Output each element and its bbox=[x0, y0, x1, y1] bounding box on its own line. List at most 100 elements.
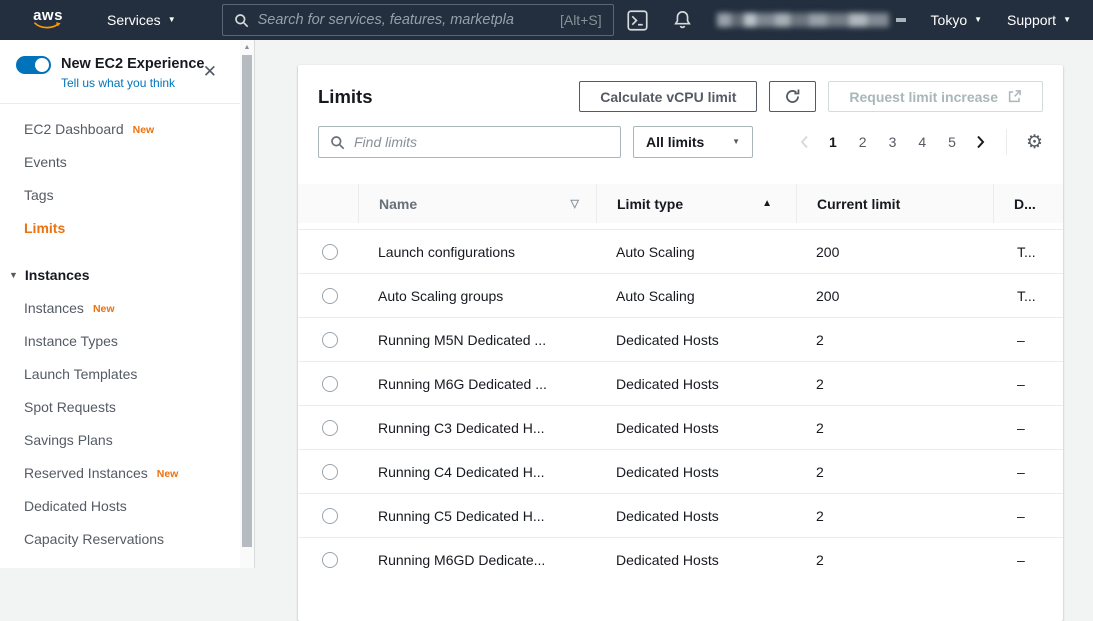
cell-description: – bbox=[993, 376, 1063, 392]
sidebar-item-label: Dedicated Hosts bbox=[24, 498, 127, 514]
sidebar-scrollbar[interactable]: ▲ bbox=[240, 40, 255, 568]
sidebar-item-tags[interactable]: Tags bbox=[0, 178, 240, 211]
sidebar-item-instance-types[interactable]: Instance Types bbox=[0, 324, 240, 357]
button-label: Calculate vCPU limit bbox=[600, 89, 736, 105]
row-radio[interactable] bbox=[322, 508, 338, 524]
column-header-description[interactable]: D... bbox=[993, 184, 1063, 223]
aws-logo[interactable]: aws bbox=[33, 9, 63, 31]
sidebar-item-instances[interactable]: Instances New bbox=[0, 291, 240, 324]
page-number-current[interactable]: 1 bbox=[829, 134, 837, 150]
table-row[interactable]: Running C4 Dedicated H... Dedicated Host… bbox=[298, 449, 1063, 493]
table-row[interactable]: Running M6G Dedicated ... Dedicated Host… bbox=[298, 361, 1063, 405]
sidebar-item-launch-templates[interactable]: Launch Templates bbox=[0, 357, 240, 390]
table-settings-gear-icon[interactable]: ⚙ bbox=[1026, 133, 1043, 152]
row-radio[interactable] bbox=[322, 552, 338, 568]
page-number[interactable]: 2 bbox=[859, 134, 867, 150]
new-experience-title: New EC2 Experience bbox=[61, 55, 204, 73]
scroll-up-arrow-icon[interactable]: ▲ bbox=[240, 40, 254, 54]
toggle-knob bbox=[35, 58, 49, 72]
table-header-row: Name ▽ Limit type ▲ Current limit D... bbox=[298, 184, 1063, 223]
find-limits-input[interactable]: Find limits bbox=[318, 126, 621, 158]
find-limits-placeholder: Find limits bbox=[354, 134, 417, 150]
calculate-vcpu-limit-button[interactable]: Calculate vCPU limit bbox=[579, 81, 757, 112]
sidebar-item-label: Spot Requests bbox=[24, 399, 116, 415]
sidebar-item-events[interactable]: Events bbox=[0, 145, 240, 178]
table-row[interactable]: Launch configurations Auto Scaling 200 T… bbox=[298, 229, 1063, 273]
table-row[interactable]: Running C5 Dedicated H... Dedicated Host… bbox=[298, 493, 1063, 537]
column-label: Current limit bbox=[817, 196, 900, 212]
row-radio[interactable] bbox=[322, 244, 338, 260]
cell-description: – bbox=[993, 420, 1063, 436]
sidebar-item-label: Tags bbox=[24, 187, 54, 203]
table-row[interactable]: Running M5N Dedicated ... Dedicated Host… bbox=[298, 317, 1063, 361]
cell-limit-type: Auto Scaling bbox=[596, 288, 796, 304]
sidebar-item-spot-requests[interactable]: Spot Requests bbox=[0, 390, 240, 423]
column-header-name[interactable]: Name ▽ bbox=[358, 184, 596, 223]
column-header-limit-type[interactable]: Limit type ▲ bbox=[596, 184, 796, 223]
previous-page-chevron-icon[interactable] bbox=[799, 134, 810, 150]
table-row[interactable]: Running C3 Dedicated H... Dedicated Host… bbox=[298, 405, 1063, 449]
column-header-current-limit[interactable]: Current limit bbox=[796, 184, 993, 223]
cell-description: – bbox=[993, 464, 1063, 480]
request-limit-increase-button[interactable]: Request limit increase bbox=[828, 81, 1043, 112]
cell-description: T... bbox=[993, 244, 1063, 260]
new-experience-toggle[interactable] bbox=[16, 56, 51, 74]
feedback-link[interactable]: Tell us what you think bbox=[61, 76, 204, 90]
support-label: Support bbox=[1007, 12, 1056, 28]
sidebar-item-label: Reserved Instances bbox=[24, 465, 148, 481]
close-icon[interactable]: ✕ bbox=[203, 63, 217, 80]
cell-description: T... bbox=[993, 288, 1063, 304]
refresh-button[interactable] bbox=[769, 81, 816, 112]
sidebar-item-ec2-dashboard[interactable]: EC2 Dashboard New bbox=[0, 112, 240, 145]
page-number[interactable]: 5 bbox=[948, 134, 956, 150]
cell-name: Running C4 Dedicated H... bbox=[358, 464, 596, 480]
external-link-icon bbox=[1007, 89, 1022, 104]
services-label: Services bbox=[107, 12, 161, 28]
column-label: Name bbox=[379, 196, 417, 212]
top-navigation-bar: aws Services ▼ Search for services, feat… bbox=[0, 0, 1093, 40]
sidebar-section-label: Instances bbox=[25, 267, 90, 283]
cell-name: Running M6G Dedicated ... bbox=[358, 376, 596, 392]
cell-limit-type: Auto Scaling bbox=[596, 244, 796, 260]
support-menu[interactable]: Support ▼ bbox=[1007, 12, 1071, 28]
aws-smile-icon bbox=[33, 22, 63, 31]
sidebar-item-label: Instances bbox=[24, 300, 84, 316]
page-title: Limits bbox=[318, 86, 372, 108]
table-row[interactable]: Running M6GD Dedicate... Dedicated Hosts… bbox=[298, 537, 1063, 581]
row-radio[interactable] bbox=[322, 420, 338, 436]
sidebar-item-limits[interactable]: Limits bbox=[0, 211, 240, 244]
select-column-header bbox=[298, 184, 358, 223]
sidebar-item-reserved-instances[interactable]: Reserved Instances New bbox=[0, 456, 240, 489]
refresh-icon bbox=[784, 88, 801, 105]
notifications-bell-icon[interactable] bbox=[673, 10, 692, 30]
cell-limit-type: Dedicated Hosts bbox=[596, 420, 796, 436]
aws-logo-text: aws bbox=[33, 9, 63, 22]
services-menu[interactable]: Services ▼ bbox=[107, 12, 176, 28]
page-number[interactable]: 4 bbox=[918, 134, 926, 150]
dropdown-selected-value: All limits bbox=[646, 134, 704, 150]
cloudshell-icon[interactable] bbox=[627, 10, 648, 31]
row-radio[interactable] bbox=[322, 288, 338, 304]
page-number[interactable]: 3 bbox=[889, 134, 897, 150]
new-badge: New bbox=[157, 468, 179, 480]
sidebar-section-instances[interactable]: ▼ Instances bbox=[0, 258, 240, 291]
sidebar-item-capacity-reservations[interactable]: Capacity Reservations bbox=[0, 522, 240, 555]
cell-limit-type: Dedicated Hosts bbox=[596, 332, 796, 348]
limit-filter-dropdown[interactable]: All limits ▼ bbox=[633, 126, 753, 158]
scrollbar-thumb[interactable] bbox=[242, 55, 252, 547]
sidebar-item-label: Capacity Reservations bbox=[24, 531, 164, 547]
row-radio[interactable] bbox=[322, 376, 338, 392]
row-radio[interactable] bbox=[322, 464, 338, 480]
global-search-input[interactable]: Search for services, features, marketpla… bbox=[222, 4, 614, 36]
region-selector[interactable]: Tokyo ▼ bbox=[931, 12, 983, 28]
next-page-chevron-icon[interactable] bbox=[975, 134, 986, 150]
account-name-redacted[interactable] bbox=[717, 13, 906, 27]
cell-description: – bbox=[993, 552, 1063, 568]
sidebar-item-dedicated-hosts[interactable]: Dedicated Hosts bbox=[0, 489, 240, 522]
table-row[interactable]: Auto Scaling groups Auto Scaling 200 T..… bbox=[298, 273, 1063, 317]
sidebar-item-savings-plans[interactable]: Savings Plans bbox=[0, 423, 240, 456]
search-icon bbox=[234, 13, 249, 28]
row-radio[interactable] bbox=[322, 332, 338, 348]
sidebar-item-label: EC2 Dashboard bbox=[24, 121, 124, 137]
pagination: 1 2 3 4 5 ⚙ bbox=[791, 129, 1043, 155]
